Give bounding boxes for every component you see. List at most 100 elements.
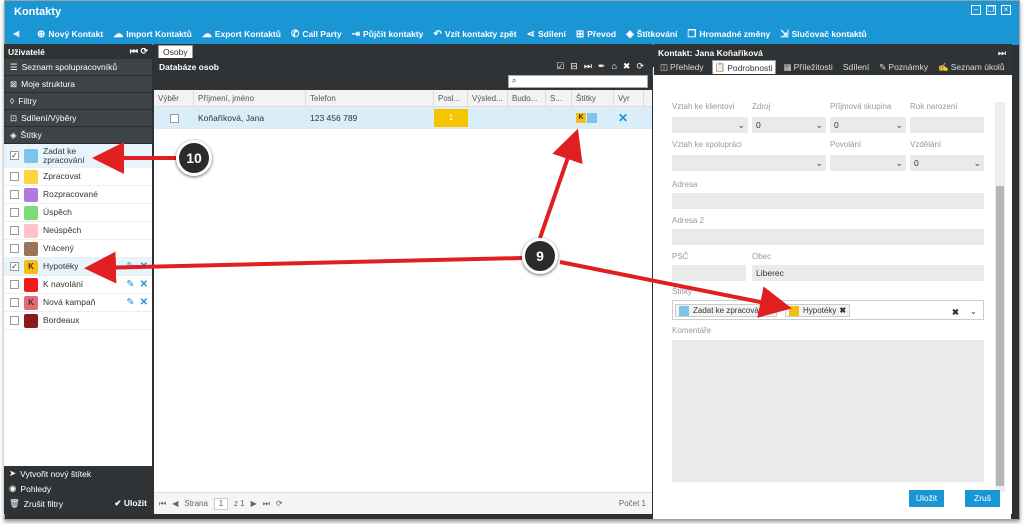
reload-icon[interactable]: ⟳: [276, 499, 283, 508]
tag-item[interactable]: Zpracovat: [4, 168, 152, 186]
tag-checkbox[interactable]: [10, 172, 19, 181]
tag-item[interactable]: Rozpracované: [4, 186, 152, 204]
toolbar-item-2[interactable]: ☁ Export Kontaktů: [202, 29, 281, 40]
scroll-thumb[interactable]: [996, 186, 1004, 486]
toolbar-item-6[interactable]: ⋖ Sdílení: [527, 29, 566, 40]
select-zdroj[interactable]: 0 ⌄: [752, 117, 826, 133]
tag-checkbox[interactable]: [10, 226, 19, 235]
database-search-input[interactable]: ⌕: [508, 75, 648, 88]
next-page-icon[interactable]: ▶: [251, 499, 257, 508]
left-nav-item-0[interactable]: ☰ Seznam spolupracovníků: [4, 59, 152, 76]
column-header[interactable]: Výsled...: [468, 90, 508, 106]
toolbar-item-9[interactable]: ❐ Hromadné změny: [687, 29, 770, 40]
tag-checkbox[interactable]: [10, 280, 19, 289]
remove-tag-icon[interactable]: ✖: [766, 303, 773, 319]
restore-icon[interactable]: ❐: [986, 5, 996, 15]
delete-icon[interactable]: ✕: [140, 261, 148, 272]
select-prijmova-skupina[interactable]: 0 ⌄: [830, 117, 906, 133]
tab-osoby[interactable]: Osoby: [158, 45, 193, 58]
tag-checkbox[interactable]: [10, 244, 19, 253]
pin-icon[interactable]: ✒: [598, 61, 606, 72]
toolbar-scroll-left-icon[interactable]: ◀: [13, 29, 19, 38]
refresh-icon[interactable]: ⟳: [140, 46, 148, 56]
toolbar-item-0[interactable]: ⊕ Nový Kontakt: [37, 29, 103, 40]
minimize-icon[interactable]: –: [971, 5, 981, 15]
contact-tab[interactable]: ✍ Seznam úkolů: [936, 60, 1006, 74]
column-header[interactable]: Vyr: [614, 90, 644, 106]
contact-tab[interactable]: ✎ Poznámky: [877, 60, 930, 74]
tag-item[interactable]: ✓ K Hypotéky ✎ ✕: [4, 258, 152, 276]
cancel-button[interactable]: Zruš: [965, 490, 1000, 507]
select-vztah-ke-klientovi[interactable]: ⌄: [672, 117, 748, 133]
toolbar-item-3[interactable]: ✆ Call Party: [291, 29, 342, 40]
input-adresa-2[interactable]: [672, 229, 984, 245]
toolbar-item-8[interactable]: ◈ Štítkování: [626, 29, 677, 40]
input-psc[interactable]: [672, 265, 746, 281]
textarea-komentare[interactable]: [672, 340, 984, 482]
input-obec[interactable]: Liberec: [752, 265, 984, 281]
views-link[interactable]: ◉ Pohledy: [4, 481, 152, 496]
first-page-icon[interactable]: ⏮: [159, 499, 166, 509]
row-checkbox[interactable]: [170, 113, 179, 123]
save-button[interactable]: Uložit: [909, 490, 944, 507]
contact-tab[interactable]: ▦ Příležitosti: [782, 60, 835, 74]
select-povolani[interactable]: ⌄: [830, 155, 906, 171]
create-tag-link[interactable]: ➤ Vytvořit nový štítek: [4, 466, 152, 481]
select-vzdelani[interactable]: 0 ⌄: [910, 155, 984, 171]
tag-item[interactable]: Úspěch: [4, 204, 152, 222]
column-header[interactable]: Štítky: [572, 90, 614, 106]
page-input[interactable]: 1: [213, 497, 228, 510]
tag-checkbox[interactable]: [10, 316, 19, 325]
row-remove-icon[interactable]: ✕: [614, 107, 644, 129]
close-icon[interactable]: ×: [1001, 5, 1011, 15]
refresh-icon[interactable]: ⟳: [636, 61, 644, 72]
tag-checkbox[interactable]: [10, 190, 19, 199]
prev-page-icon[interactable]: ◀: [172, 499, 178, 508]
tag-checkbox[interactable]: [10, 298, 19, 307]
column-header[interactable]: Příjmení, jméno: [194, 90, 306, 106]
tag-item[interactable]: K navolání ✎ ✕: [4, 276, 152, 294]
column-header[interactable]: Budo...: [508, 90, 546, 106]
column-header[interactable]: Posl...: [434, 90, 468, 106]
input-rok-narozeni[interactable]: [910, 117, 984, 133]
check-square-icon[interactable]: ☑: [556, 61, 564, 72]
maximize-icon[interactable]: ⏭: [998, 48, 1006, 59]
toolbar-item-10[interactable]: ⇲ Slučovač kontaktů: [780, 29, 867, 40]
column-header[interactable]: Telefon: [306, 90, 434, 106]
edit-icon[interactable]: ✎: [126, 279, 134, 290]
tag-checkbox[interactable]: ✓: [10, 151, 19, 160]
delete-icon[interactable]: ✕: [140, 279, 148, 290]
contact-tab[interactable]: 📋 Podrobnosti: [711, 60, 776, 74]
column-header[interactable]: Výběr: [154, 90, 194, 106]
left-nav-item-1[interactable]: ⊠ Moje struktura: [4, 76, 152, 93]
toolbar-item-1[interactable]: ☁ Import Kontaktů: [113, 29, 192, 40]
tag-checkbox[interactable]: [10, 208, 19, 217]
form-scrollbar[interactable]: [995, 102, 1005, 492]
table-row[interactable]: Koňaříková, Jana 123 456 789 1 K ✕: [154, 107, 652, 129]
tag-checkbox[interactable]: ✓: [10, 262, 19, 271]
toolbar-item-5[interactable]: ↶ Vzít kontakty zpět: [433, 29, 516, 40]
contact-tab[interactable]: ◫ Přehledy: [658, 60, 706, 74]
cancel-filters-link[interactable]: 🗑 Zrušit filtry ✔ Uložit: [4, 496, 152, 511]
home-icon[interactable]: ⌂: [611, 61, 616, 72]
tag-item[interactable]: Neúspěch: [4, 222, 152, 240]
chevron-down-icon[interactable]: ⌄: [970, 303, 977, 319]
close-icon[interactable]: ✖: [623, 61, 631, 72]
left-nav-item-3[interactable]: ⊡ Sdílení/Výběry: [4, 110, 152, 127]
toolbar-item-4[interactable]: ⇥ Půjčit kontakty: [352, 29, 424, 40]
tags-multiselect[interactable]: Zadat ke zpracování ✖ Hypotéky ✖ ✖ ⌄: [672, 300, 984, 320]
tag-item[interactable]: ✓ Zadat ke zpracování: [4, 144, 152, 168]
edit-icon[interactable]: ✎: [126, 297, 134, 308]
input-adresa[interactable]: [672, 193, 984, 209]
fast-forward-icon[interactable]: ⏭: [584, 61, 592, 72]
contact-tab[interactable]: Sdílení: [841, 60, 871, 74]
clear-tags-icon[interactable]: ✖: [952, 304, 959, 320]
select-vztah-ke-spolupraci[interactable]: ⌄: [672, 155, 826, 171]
edit-icon[interactable]: ✎: [126, 261, 134, 272]
toolbar-item-7[interactable]: ⊞ Převod: [576, 29, 616, 40]
tag-item[interactable]: Bordeaux: [4, 312, 152, 330]
column-header[interactable]: S...: [546, 90, 572, 106]
save-filters-button[interactable]: ✔ Uložit: [114, 498, 147, 509]
tag-item[interactable]: K Nová kampaň ✎ ✕: [4, 294, 152, 312]
left-nav-item-4[interactable]: ◈ Štítky: [4, 127, 152, 144]
